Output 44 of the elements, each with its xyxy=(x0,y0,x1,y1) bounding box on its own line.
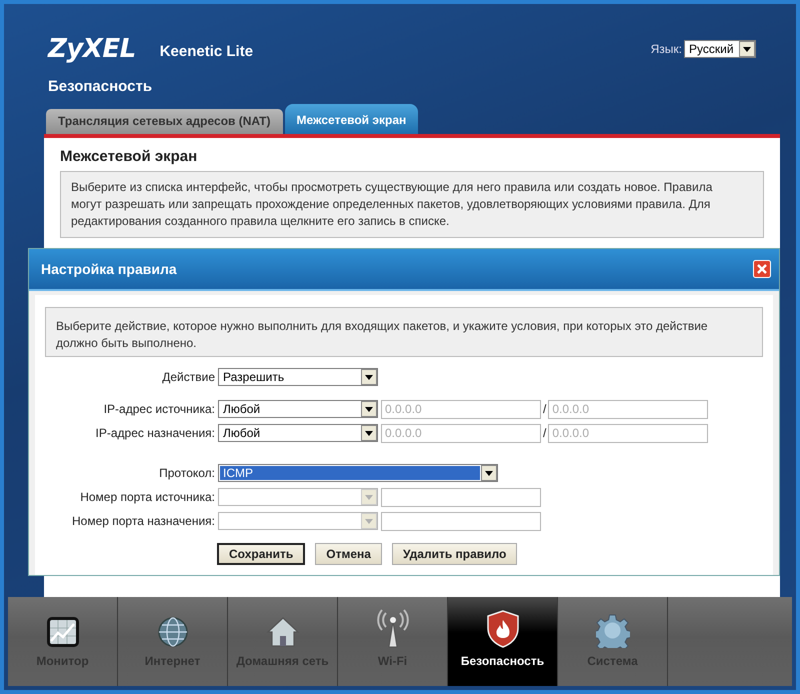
tab[interactable]: Межсетевой экран xyxy=(284,104,418,134)
caret-icon xyxy=(481,465,497,481)
dropdown[interactable]: Любой xyxy=(218,424,378,442)
dialog-button[interactable]: Удалить правило xyxy=(392,543,518,565)
description-text: Выберите из списка интерфейс, чтобы просмотреть существующие для него правила или создать новое. Правила могут разрешать или запрещать прохождение определенных пакетов, удовлетворяющих условиями правила. Для редактирования созданного правила щелкните его запись в списке. xyxy=(60,171,764,238)
home-icon xyxy=(266,616,300,648)
dialog-title: Настройка правила xyxy=(41,261,178,277)
field-label: IP-адрес источника: xyxy=(102,402,216,416)
caret-icon xyxy=(361,513,377,529)
chart-icon xyxy=(46,616,80,648)
slash-separator: / xyxy=(543,426,546,440)
field-label: Действие xyxy=(161,370,216,384)
nav-label: Безопасность xyxy=(460,654,544,668)
caret-icon xyxy=(739,41,755,57)
description-text: Выберите действие, которое нужно выполнить для входящих пакетов, и укажите условия, при которых это действие должно быть выполнено. xyxy=(45,307,763,357)
shield-icon xyxy=(486,610,520,648)
field-label: Номер порта назначения: xyxy=(70,514,216,528)
dialog-button[interactable]: Отмена xyxy=(315,543,382,565)
input-field[interactable] xyxy=(381,512,541,530)
input-field[interactable] xyxy=(381,488,541,506)
language-label: Язык: xyxy=(650,42,682,56)
field-label: Протокол: xyxy=(158,466,216,480)
dropdown[interactable]: Любой xyxy=(218,400,378,418)
section-heading: Межсетевой экран xyxy=(60,148,198,165)
caret-icon xyxy=(361,425,377,441)
dropdown[interactable]: ICMP xyxy=(218,464,498,482)
field-label: IP-адрес назначения: xyxy=(94,426,216,440)
slash-separator: / xyxy=(543,402,546,416)
close-icon[interactable] xyxy=(753,260,771,278)
caret-icon xyxy=(361,401,377,417)
gear-icon xyxy=(596,614,630,648)
globe-icon xyxy=(156,616,188,648)
dropdown[interactable]: Разрешить xyxy=(218,368,378,386)
dialog-button[interactable]: Сохранить xyxy=(217,543,306,565)
field-label: Номер порта источника: xyxy=(79,490,216,504)
caret-icon xyxy=(361,489,377,505)
model-name: Keenetic Lite xyxy=(160,42,254,60)
nav-item[interactable]: Безопасность xyxy=(448,597,558,686)
tab[interactable]: Трансляция сетевых адресов (NAT) xyxy=(46,109,283,134)
caret-icon xyxy=(361,369,377,385)
antenna-icon xyxy=(376,608,410,648)
logo: ZyXEL xyxy=(48,34,136,64)
page-title: Безопасность xyxy=(48,78,154,95)
dropdown[interactable]: Русский xyxy=(684,40,756,58)
